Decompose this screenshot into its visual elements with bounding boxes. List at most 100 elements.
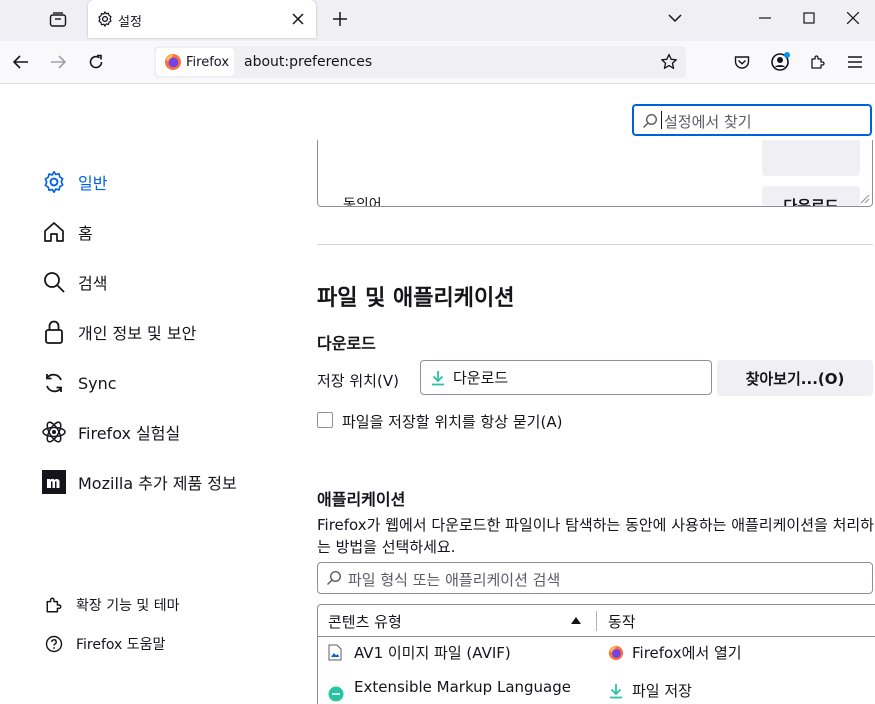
resize-grip-icon[interactable] [858, 192, 870, 204]
tab-settings[interactable]: 설정 [88, 0, 316, 38]
url-text[interactable]: about:preferences [244, 54, 372, 70]
account-button[interactable] [767, 49, 793, 75]
new-tab-button[interactable] [328, 7, 352, 31]
category-privacy[interactable]: 개인 정보 및 보안 [40, 314, 196, 350]
dictionary-box: 동의어 다운로드 [317, 140, 873, 207]
image-file-icon [328, 644, 342, 661]
always-ask-label[interactable]: 파일을 저장할 위치를 항상 묻기(A) [342, 411, 562, 432]
home-icon [40, 218, 68, 246]
action-label: Firefox에서 열기 [632, 644, 742, 662]
extensions-button[interactable] [805, 49, 831, 75]
file-type-search-placeholder: 파일 형식 또는 애플리케이션 검색 [348, 571, 561, 589]
flask-atom-icon [40, 418, 68, 446]
always-ask-checkbox[interactable] [317, 412, 333, 428]
search-icon [643, 113, 658, 128]
close-window-button[interactable] [831, 0, 875, 36]
applications-description: Firefox가 웹에서 다운로드한 파일이나 탐색하는 동안에 사용하는 애플… [317, 516, 874, 556]
content-type-table: 콘텐츠 유형 동작 AV1 이미지 파일 (AVIF) Firefox에서 열기… [317, 604, 875, 704]
dictionary-text: 동의어 [343, 197, 382, 207]
sync-icon [40, 369, 68, 397]
xml-file-icon [328, 686, 344, 702]
table-row[interactable]: AV1 이미지 파일 (AVIF) Firefox에서 열기 [318, 638, 875, 668]
files-and-applications-heading: 파일 및 애플리케이션 [317, 286, 515, 311]
plus-icon [333, 12, 347, 26]
gear-icon [98, 11, 112, 27]
pocket-button[interactable] [729, 49, 755, 75]
category-label: 홈 [78, 224, 93, 243]
addons-link-label: 확장 기능 및 테마 [76, 598, 180, 614]
action-cell[interactable]: Firefox에서 열기 [608, 642, 742, 663]
chevron-down-icon [668, 14, 682, 22]
search-icon [40, 268, 68, 296]
save-file-icon [610, 683, 622, 698]
puzzle-icon [811, 55, 825, 69]
content-type-cell: Extensible Markup Language [328, 672, 571, 702]
help-icon [44, 634, 64, 654]
minimize-button[interactable] [743, 0, 787, 36]
menu-button[interactable] [842, 49, 868, 75]
help-link-label: Firefox 도움말 [76, 637, 166, 653]
category-label: Sync [78, 373, 117, 393]
firefox-logo-icon [165, 54, 181, 70]
action-cell[interactable]: 파일 저장 [608, 680, 692, 701]
tab-list-icon [49, 12, 67, 27]
reload-button[interactable] [83, 49, 109, 75]
back-button[interactable] [8, 49, 34, 75]
bookmark-button[interactable] [658, 51, 680, 73]
download-arrow-icon [432, 370, 444, 385]
category-search[interactable]: 검색 [40, 264, 107, 300]
addons-link[interactable]: 확장 기능 및 테마 [44, 593, 180, 617]
column-header-type-label: 콘텐츠 유형 [328, 612, 402, 631]
content-type-cell: AV1 이미지 파일 (AVIF) [328, 642, 511, 663]
star-icon [661, 53, 677, 69]
arrow-right-icon [51, 55, 66, 69]
gear-icon [40, 168, 68, 196]
column-header-type[interactable]: 콘텐츠 유형 [328, 605, 578, 637]
maximize-icon [803, 12, 815, 24]
list-all-tabs-button[interactable] [653, 0, 697, 36]
category-experimental[interactable]: Firefox 실험실 [40, 414, 180, 450]
download-folder-name: 다운로드 [453, 369, 509, 387]
category-label: 일반 [78, 174, 108, 193]
tab-close-button[interactable] [288, 9, 308, 29]
dictionary-button-partial[interactable] [762, 140, 860, 176]
file-type-search-input[interactable]: 파일 형식 또는 애플리케이션 검색 [317, 562, 873, 594]
hamburger-menu-icon [848, 56, 862, 68]
downloads-heading: 다운로드 [317, 334, 376, 353]
applications-heading: 애플리케이션 [317, 490, 406, 509]
arrow-left-icon [13, 55, 28, 69]
section-divider [317, 244, 873, 245]
category-home[interactable]: 홈 [40, 214, 93, 250]
search-icon [327, 570, 342, 585]
download-dictionary-label: 다운로드 [783, 197, 839, 207]
preferences-search-input[interactable]: 설정에서 찾기 [632, 104, 872, 136]
tab-list-button[interactable] [44, 8, 72, 32]
sort-ascending-icon [571, 617, 581, 624]
minimize-icon [759, 17, 771, 19]
tab-title: 설정 [118, 15, 142, 30]
column-header-action[interactable]: 동작 [608, 605, 858, 637]
download-folder-field[interactable]: 다운로드 [420, 360, 712, 395]
browse-button[interactable]: 찾아보기...(O) [717, 360, 873, 396]
url-bar[interactable]: Firefox about:preferences [154, 46, 686, 78]
content-type-label: AV1 이미지 파일 (AVIF) [354, 644, 511, 662]
help-link[interactable]: Firefox 도움말 [44, 632, 165, 656]
identity-box[interactable]: Firefox [156, 48, 234, 76]
category-label: Mozilla 추가 제품 정보 [78, 474, 237, 493]
reload-icon [89, 54, 103, 69]
text-caret [661, 111, 662, 129]
lock-icon [40, 318, 68, 346]
tab-strip: 설정 [0, 0, 875, 41]
forward-button[interactable] [45, 49, 71, 75]
maximize-button[interactable] [787, 0, 831, 36]
category-label: 개인 정보 및 보안 [78, 324, 197, 343]
close-icon [847, 12, 859, 24]
save-location-label: 저장 위치(V) [317, 372, 399, 390]
category-sync[interactable]: Sync [40, 365, 117, 401]
firefox-logo-icon [608, 645, 624, 660]
category-label: Firefox 실험실 [78, 424, 181, 443]
download-dictionary-button[interactable]: 다운로드 [762, 186, 860, 207]
table-row[interactable]: Extensible Markup Language 파일 저장 [318, 668, 875, 702]
category-more-from-mozilla[interactable]: Mozilla 추가 제품 정보 [40, 464, 237, 500]
category-general[interactable]: 일반 [40, 164, 107, 200]
